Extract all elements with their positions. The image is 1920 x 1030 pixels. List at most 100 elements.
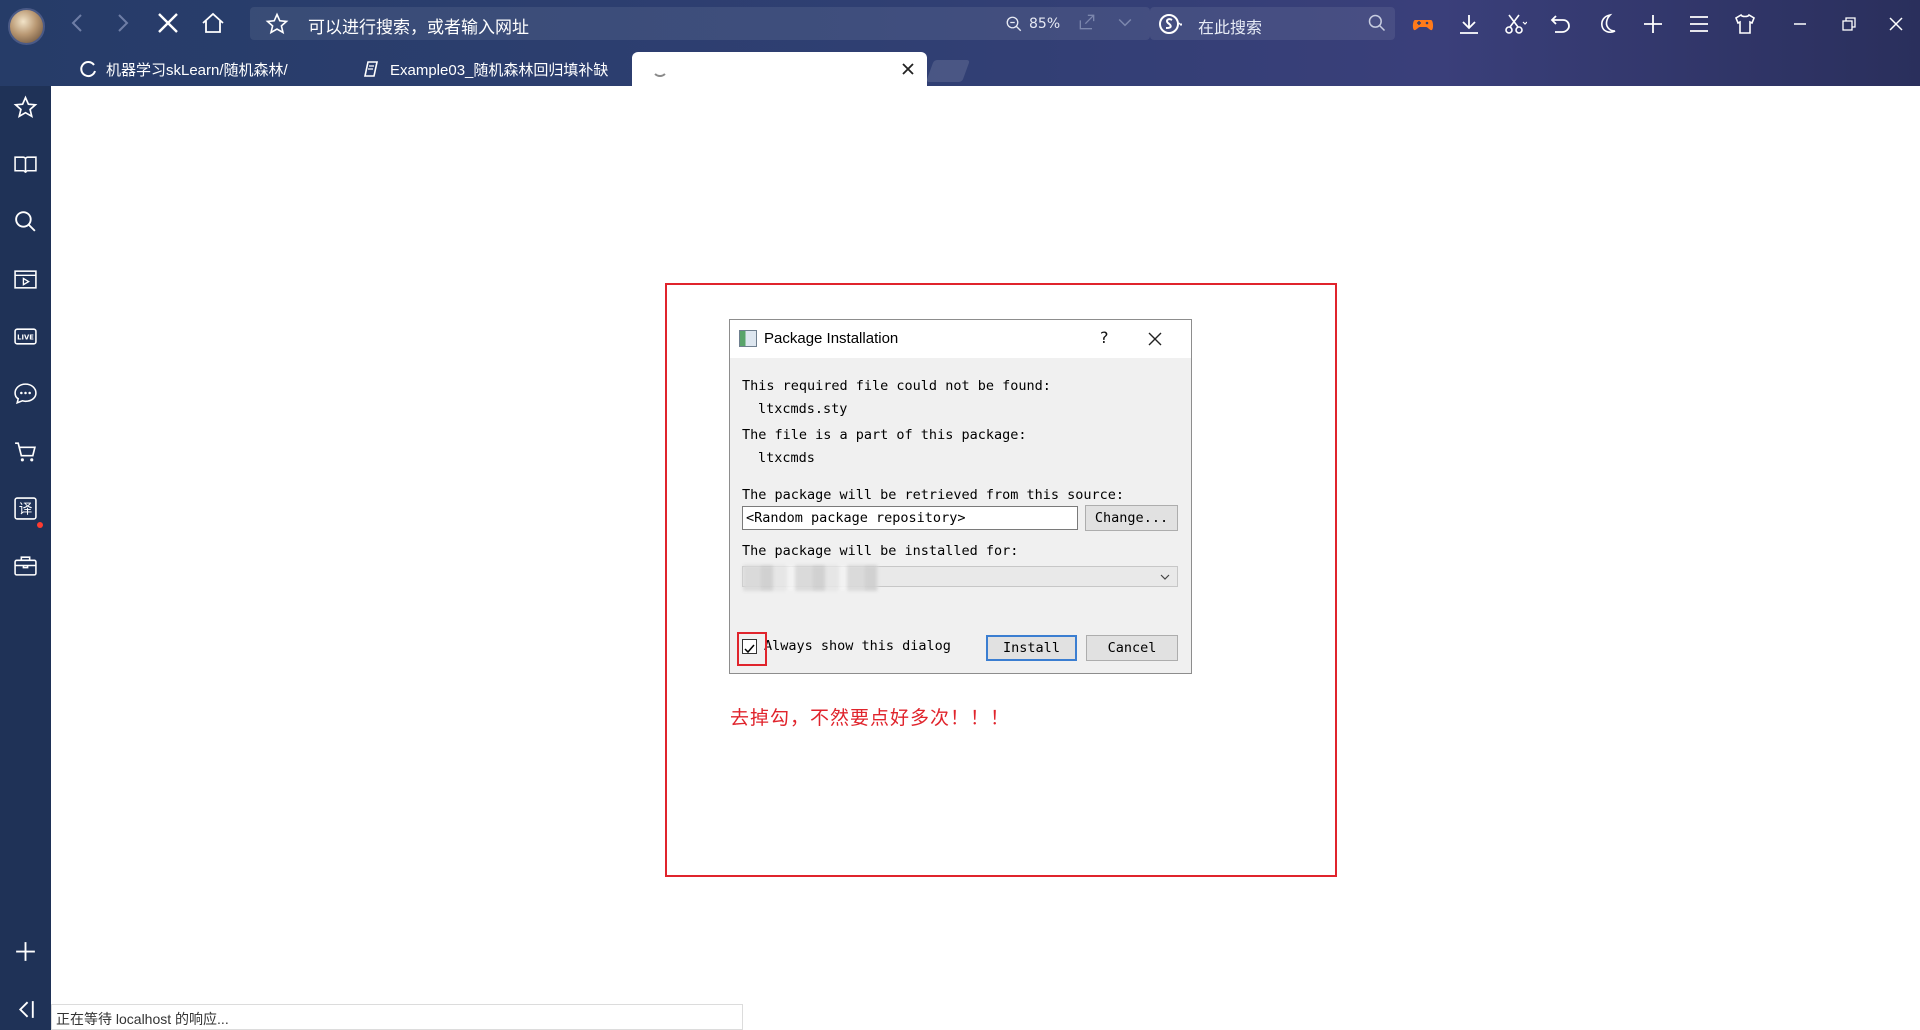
message-install-for: The package will be installed for: (742, 543, 1019, 559)
book-icon (14, 156, 37, 173)
missing-file-name: ltxcmds.sty (758, 401, 848, 417)
svg-text:LIVE: LIVE (17, 334, 34, 342)
app-icon (739, 330, 757, 347)
plus-icon (16, 942, 35, 961)
tab-sklearn[interactable]: 机器学习skLearn/随机森林/ (78, 52, 308, 86)
game-button[interactable] (1408, 10, 1438, 38)
night-mode-button[interactable] (1592, 10, 1622, 38)
cart-icon (15, 442, 36, 462)
video-icon (14, 270, 37, 289)
restore-button[interactable] (1835, 10, 1863, 38)
install-button[interactable]: Install (986, 635, 1077, 661)
user-avatar[interactable] (8, 8, 45, 45)
close-tab-icon[interactable] (899, 60, 917, 78)
bookmark-star-icon[interactable] (265, 12, 289, 36)
chevron-down-icon (1160, 574, 1170, 580)
left-sidebar: LIVE 译 (0, 86, 51, 1030)
search-engine-icon[interactable] (1158, 12, 1182, 36)
tab-example03[interactable]: Example03_随机森林回归填补缺 (362, 52, 618, 86)
download-icon (1460, 15, 1478, 34)
message-package: The file is a part of this package: (742, 427, 1027, 443)
sidebar-item-toolbox[interactable] (12, 552, 39, 579)
redacted-user (743, 565, 878, 591)
source-value: <Random package repository> (746, 510, 966, 526)
sidebar-item-live[interactable]: LIVE (12, 323, 39, 350)
search-input[interactable]: 在此搜索 (1198, 14, 1262, 38)
dialog-titlebar: Package Installation ? (730, 320, 1191, 358)
star-icon (13, 95, 38, 119)
chevron-left-icon (71, 14, 82, 32)
sidebar-item-translate[interactable]: 译 (12, 495, 39, 522)
forward-button[interactable] (107, 8, 137, 38)
close-icon (1889, 17, 1903, 31)
address-bar[interactable]: 可以进行搜索，或者输入网址 85% (250, 7, 1150, 40)
sidebar-item-video[interactable] (12, 266, 39, 293)
game-icon (1412, 20, 1434, 31)
chevron-right-icon (118, 14, 129, 32)
loading-icon (80, 61, 96, 78)
message-source: The package will be retrieved from this … (742, 487, 1125, 503)
download-button[interactable] (1454, 10, 1484, 38)
tab-label: 机器学习skLearn/随机森林/ (106, 61, 288, 79)
source-field[interactable]: <Random package repository> (742, 506, 1078, 530)
sidebar-item-search[interactable] (12, 208, 39, 235)
sidebar-add-button[interactable] (12, 938, 39, 965)
new-tab-button[interactable] (1638, 10, 1668, 38)
close-icon (158, 13, 178, 33)
zoom-level: 85% (1029, 16, 1061, 32)
sidebar-item-favorites[interactable] (12, 94, 39, 121)
address-input[interactable]: 可以进行搜索，或者输入网址 (308, 13, 529, 38)
search-icon[interactable] (1367, 13, 1387, 33)
dialog-title: Package Installation (764, 330, 899, 347)
menu-button[interactable] (1684, 10, 1714, 38)
search-icon (15, 211, 36, 232)
live-icon: LIVE (14, 328, 37, 345)
sidebar-item-shopping[interactable] (12, 438, 39, 465)
restore-icon (1842, 17, 1856, 31)
screenshot-button[interactable] (1500, 10, 1530, 38)
cancel-button[interactable]: Cancel (1086, 635, 1178, 661)
install-for-select[interactable] (742, 565, 1178, 591)
home-button[interactable] (198, 8, 228, 38)
change-button[interactable]: Change... (1085, 505, 1178, 531)
home-icon (202, 12, 224, 33)
package-name: ltxcmds (758, 450, 815, 466)
chat-icon (14, 383, 37, 405)
browser-toolbar: 可以进行搜索，或者输入网址 85% 在此搜索 (0, 0, 1920, 48)
undo-icon (1550, 15, 1570, 33)
chevron-down-icon[interactable] (1115, 12, 1135, 32)
checkbox-highlight (737, 632, 767, 666)
message-missing-file: This required file could not be found: (742, 378, 1051, 394)
document-icon (364, 61, 378, 77)
menu-icon (1690, 16, 1708, 32)
stop-button[interactable] (153, 8, 183, 38)
back-button[interactable] (63, 8, 93, 38)
package-installation-dialog: Package Installation ? This required fil… (729, 319, 1192, 674)
close-icon[interactable] (1146, 330, 1164, 348)
skin-button[interactable] (1730, 10, 1760, 38)
loading-spinner-icon (652, 61, 668, 77)
svg-text:译: 译 (19, 502, 33, 518)
share-icon[interactable] (1077, 12, 1097, 32)
tab-label: Example03_随机森林回归填补缺 (390, 61, 609, 79)
search-box[interactable]: 在此搜索 (1150, 7, 1395, 40)
plus-icon (1644, 15, 1662, 33)
shirt-icon (1735, 13, 1755, 34)
zoom-indicator[interactable]: 85% (1005, 12, 1060, 36)
undo-button[interactable] (1546, 10, 1576, 38)
minimize-icon (1794, 23, 1806, 25)
briefcase-icon (14, 556, 37, 576)
always-show-label[interactable]: Always show this dialog (764, 638, 951, 654)
collapse-icon (18, 1001, 34, 1018)
minimize-button[interactable] (1786, 10, 1814, 38)
annotation-note: 去掉勾，不然要点好多次！！！ (730, 707, 1011, 729)
sidebar-item-reader[interactable] (12, 151, 39, 178)
translate-icon: 译 (14, 497, 37, 520)
tab-current[interactable] (632, 52, 927, 87)
zoom-icon (1006, 16, 1022, 32)
sidebar-item-chat[interactable] (12, 380, 39, 407)
close-window-button[interactable] (1882, 10, 1910, 38)
help-button[interactable]: ? (1100, 328, 1109, 347)
status-text: 正在等待 localhost 的响应... (56, 1011, 229, 1027)
sidebar-collapse-button[interactable] (12, 996, 39, 1023)
